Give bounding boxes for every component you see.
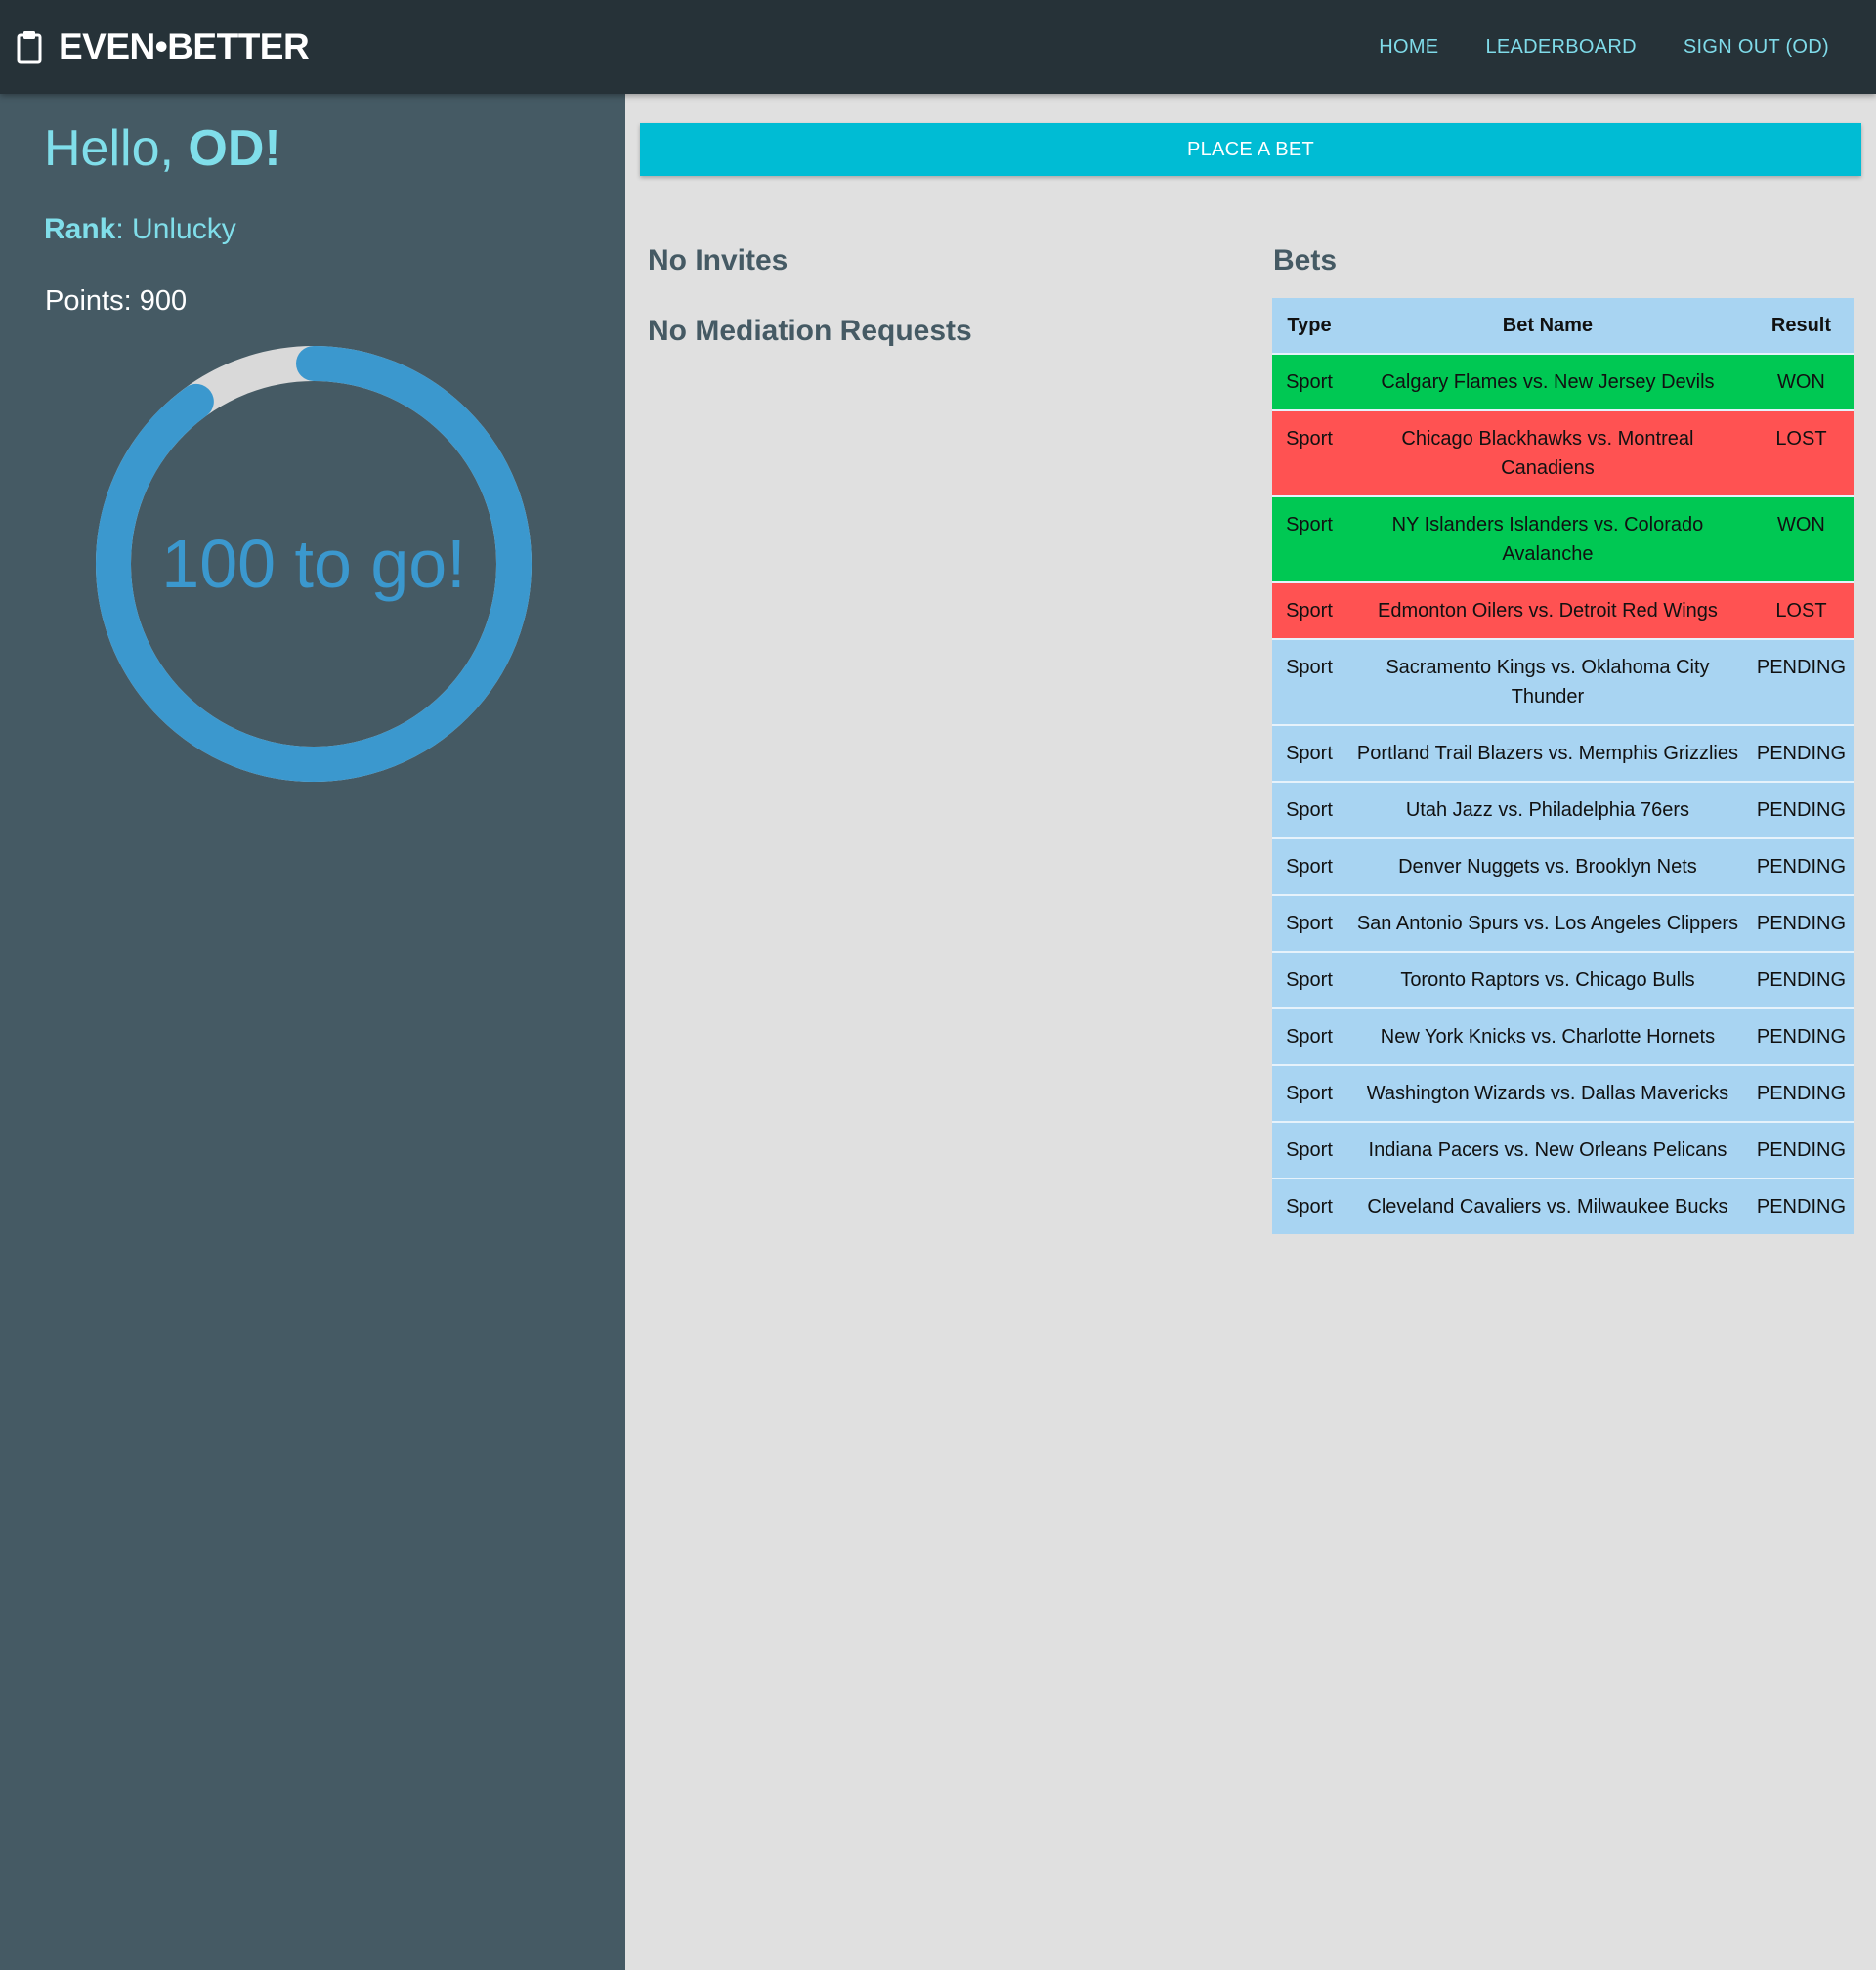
place-bet-button[interactable]: PLACE A BET: [640, 123, 1861, 176]
bet-type-cell: Sport: [1272, 894, 1346, 952]
greeting-text: Hello,: [44, 120, 189, 177]
table-row[interactable]: Sport Edmonton Oilers vs. Detroit Red Win…: [1272, 581, 1854, 639]
bet-name-cell: Toronto Raptors vs. Chicago Bulls: [1346, 951, 1749, 1008]
brand[interactable]: EVEN•BETTER: [16, 21, 310, 72]
table-row[interactable]: Sport Calgary Flames vs. New Jersey Devil…: [1272, 353, 1854, 410]
bet-result-cell: PENDING: [1748, 1007, 1854, 1065]
table-row[interactable]: Sport Cleveland Cavaliers vs. Milwaukee B…: [1272, 1178, 1854, 1234]
table-row[interactable]: Sport New York Knicks vs. Charlotte Horne…: [1272, 1007, 1854, 1065]
brand-name: EVEN•BETTER: [59, 26, 310, 66]
nav-leaderboard-link[interactable]: LEADERBOARD: [1462, 36, 1659, 59]
bets-heading: Bets: [1273, 244, 1338, 277]
bet-type-cell: Sport: [1272, 781, 1346, 838]
user-name: OD!: [188, 120, 281, 177]
bet-type-cell: Sport: [1272, 638, 1346, 725]
bet-result-cell: LOST: [1748, 409, 1854, 496]
bet-name-cell: Edmonton Oilers vs. Detroit Red Wings: [1346, 581, 1749, 639]
table-header-row: Type Bet Name Result: [1272, 298, 1854, 354]
bet-name-cell: Indiana Pacers vs. New Orleans Pelicans: [1346, 1121, 1749, 1178]
rank: Rank: Unlucky: [44, 213, 236, 246]
top-nav: HOME LEADERBOARD SIGN OUT (OD): [1355, 0, 1853, 94]
mediation-heading: No Mediation Requests: [648, 315, 972, 347]
bet-result-cell: PENDING: [1748, 894, 1854, 952]
table-row[interactable]: Sport Chicago Blackhawks vs. Montreal Can…: [1272, 409, 1854, 496]
bet-result-cell: PENDING: [1748, 951, 1854, 1008]
bet-name-cell: NY Islanders Islanders vs. Colorado Aval…: [1346, 495, 1749, 582]
table-row[interactable]: Sport Portland Trail Blazers vs. Memphis …: [1272, 724, 1854, 782]
bet-type-cell: Sport: [1272, 1007, 1346, 1065]
column-header-type[interactable]: Type: [1272, 298, 1346, 354]
table-row[interactable]: Sport San Antonio Spurs vs. Los Angeles C…: [1272, 894, 1854, 952]
bet-type-cell: Sport: [1272, 495, 1346, 582]
bet-name-cell: New York Knicks vs. Charlotte Hornets: [1346, 1007, 1749, 1065]
bet-name-cell: Utah Jazz vs. Philadelphia 76ers: [1346, 781, 1749, 838]
table-row[interactable]: Sport Utah Jazz vs. Philadelphia 76ers PEN…: [1272, 781, 1854, 838]
bet-type-cell: Sport: [1272, 837, 1346, 895]
bet-name-cell: Sacramento Kings vs. Oklahoma City Thund…: [1346, 638, 1749, 725]
bet-name-cell: Calgary Flames vs. New Jersey Devils: [1346, 353, 1749, 410]
bet-result-cell: PENDING: [1748, 1178, 1854, 1234]
bet-name-cell: San Antonio Spurs vs. Los Angeles Clippe…: [1346, 894, 1749, 952]
bet-type-cell: Sport: [1272, 581, 1346, 639]
bet-result-cell: WON: [1748, 495, 1854, 582]
rank-separator: :: [115, 213, 133, 245]
main-content: PLACE A BET No Invites No Mediation Requ…: [625, 94, 1876, 1970]
bet-type-cell: Sport: [1272, 1178, 1346, 1234]
bet-name-cell: Cleveland Cavaliers vs. Milwaukee Bucks: [1346, 1178, 1749, 1234]
bet-name-cell: Portland Trail Blazers vs. Memphis Grizz…: [1346, 724, 1749, 782]
table-row[interactable]: Sport Denver Nuggets vs. Brooklyn Nets PEN…: [1272, 837, 1854, 895]
table-row[interactable]: Sport Indiana Pacers vs. New Orleans Peli…: [1272, 1121, 1854, 1178]
bet-type-cell: Sport: [1272, 1064, 1346, 1122]
table-row[interactable]: Sport Sacramento Kings vs. Oklahoma City …: [1272, 638, 1854, 725]
bet-name-cell: Washington Wizards vs. Dallas Mavericks: [1346, 1064, 1749, 1122]
bet-result-cell: PENDING: [1748, 781, 1854, 838]
bet-result-cell: LOST: [1748, 581, 1854, 639]
bet-name-cell: Chicago Blackhawks vs. Montreal Canadien…: [1346, 409, 1749, 496]
top-app-bar: EVEN•BETTER HOME LEADERBOARD SIGN OUT (O…: [0, 0, 1876, 94]
bet-type-cell: Sport: [1272, 1121, 1346, 1178]
nav-home-link[interactable]: HOME: [1355, 36, 1462, 59]
table-row[interactable]: Sport NY Islanders Islanders vs. Colorado…: [1272, 495, 1854, 582]
greeting: Hello, OD!: [44, 119, 281, 178]
bet-type-cell: Sport: [1272, 951, 1346, 1008]
invites-heading: No Invites: [648, 244, 789, 277]
bet-type-cell: Sport: [1272, 409, 1346, 496]
rank-label: Rank: [44, 213, 116, 245]
bet-result-cell: PENDING: [1748, 638, 1854, 725]
column-header-result[interactable]: Result: [1748, 298, 1854, 354]
gauge-label: 100 to go!: [161, 526, 466, 602]
bet-result-cell: PENDING: [1748, 1064, 1854, 1122]
bet-result-cell: PENDING: [1748, 1121, 1854, 1178]
table-row[interactable]: Sport Toronto Raptors vs. Chicago Bulls PE…: [1272, 951, 1854, 1008]
bet-type-cell: Sport: [1272, 724, 1346, 782]
bets-table: Type Bet Name Result Sport Calgary Flames…: [1272, 298, 1854, 1234]
bet-name-cell: Denver Nuggets vs. Brooklyn Nets: [1346, 837, 1749, 895]
rank-value: Unlucky: [132, 213, 236, 245]
table-row[interactable]: Sport Washington Wizards vs. Dallas Maver…: [1272, 1064, 1854, 1122]
bet-type-cell: Sport: [1272, 353, 1346, 410]
bet-result-cell: WON: [1748, 353, 1854, 410]
clipboard-icon: [16, 30, 43, 64]
bet-result-cell: PENDING: [1748, 837, 1854, 895]
nav-sign-out-link[interactable]: SIGN OUT (OD): [1660, 36, 1853, 59]
bet-result-cell: PENDING: [1748, 724, 1854, 782]
points: Points: 900: [45, 285, 188, 317]
column-header-bet-name[interactable]: Bet Name: [1346, 298, 1749, 354]
